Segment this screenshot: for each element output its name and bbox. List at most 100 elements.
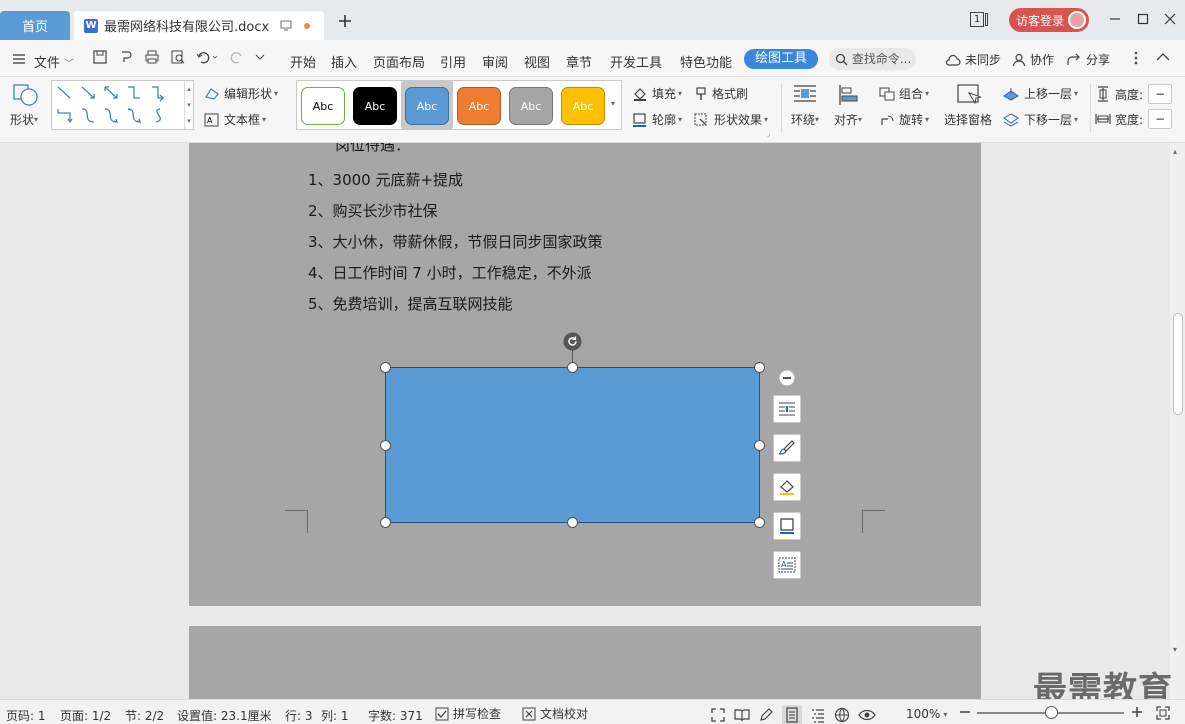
status-col[interactable]: 列: 1 bbox=[321, 707, 349, 724]
menu-item-developer[interactable]: 开发工具 bbox=[610, 52, 662, 71]
resize-handle[interactable] bbox=[567, 362, 578, 373]
collab-button[interactable]: 协作 bbox=[1012, 51, 1054, 68]
print-preview-icon[interactable] bbox=[170, 49, 186, 65]
selected-rectangle-shape[interactable] bbox=[385, 367, 760, 523]
hamburger-menu-icon[interactable] bbox=[12, 53, 26, 65]
page-2[interactable] bbox=[189, 626, 981, 706]
doc-line[interactable]: 1、3000 元底薪+提成 bbox=[308, 169, 463, 190]
doc-line[interactable]: 5、免费培训，提高互联网技能 bbox=[308, 293, 513, 314]
pen-icon[interactable] bbox=[758, 707, 774, 723]
fit-window-icon[interactable] bbox=[1155, 705, 1171, 721]
vertical-scrollbar[interactable] bbox=[1170, 143, 1185, 699]
width-decrement-button[interactable]: − bbox=[1148, 109, 1173, 129]
doc-proof-button[interactable]: 文档校对 bbox=[522, 705, 588, 722]
menu-item-chapter[interactable]: 章节 bbox=[566, 52, 592, 71]
group-button[interactable]: 组合 ▾ bbox=[879, 85, 929, 102]
menu-item-drawing-tools[interactable]: 绘图工具 bbox=[744, 49, 819, 69]
resize-handle[interactable] bbox=[380, 440, 391, 451]
shape-fill-button[interactable] bbox=[773, 473, 801, 501]
zoom-slider-thumb[interactable] bbox=[1045, 706, 1058, 719]
status-row[interactable]: 行: 3 bbox=[285, 707, 313, 724]
more-icon[interactable] bbox=[1134, 51, 1138, 65]
save-icon[interactable] bbox=[92, 49, 108, 65]
monitor-icon[interactable] bbox=[280, 19, 292, 31]
menu-item-page-layout[interactable]: 页面布局 bbox=[373, 52, 425, 71]
align-button[interactable]: 对齐 ▾ bbox=[834, 83, 862, 128]
spell-check-button[interactable]: 拼写检查 bbox=[435, 705, 501, 722]
resize-handle[interactable] bbox=[754, 440, 765, 451]
doc-line[interactable]: 3、大小休，带薪休假，节假日同步国家政策 bbox=[308, 231, 603, 252]
page-view-button[interactable] bbox=[782, 705, 802, 724]
edit-shape-button[interactable]: 编辑形状 ▾ bbox=[204, 85, 278, 102]
undo-icon[interactable] bbox=[196, 49, 218, 65]
menu-item-reference[interactable]: 引用 bbox=[440, 52, 466, 71]
status-page[interactable]: 页面: 1/2 bbox=[60, 707, 111, 724]
line-shapes-gallery[interactable]: ▴ ▾ ▾ bbox=[51, 80, 194, 130]
layout-options-button[interactable] bbox=[773, 395, 801, 423]
resize-handle[interactable] bbox=[754, 362, 765, 373]
shape-outline-button[interactable] bbox=[773, 512, 801, 540]
sync-button[interactable]: 未同步 bbox=[945, 51, 1001, 68]
status-word-count[interactable]: 字数: 371 bbox=[368, 707, 423, 724]
customize-toolbar-icon[interactable] bbox=[254, 49, 266, 65]
height-decrement-button[interactable]: − bbox=[1148, 84, 1173, 104]
web-view-icon[interactable] bbox=[834, 707, 850, 723]
menu-item-review[interactable]: 审阅 bbox=[482, 52, 508, 71]
style-swatch[interactable]: Abc bbox=[509, 87, 553, 125]
style-swatch[interactable]: Abc bbox=[457, 87, 501, 125]
login-button[interactable]: 访客登录 bbox=[1009, 8, 1089, 32]
menu-item-view[interactable]: 视图 bbox=[524, 52, 550, 71]
resize-handle[interactable] bbox=[567, 517, 578, 528]
close-icon[interactable] bbox=[1163, 12, 1177, 26]
print-icon[interactable] bbox=[144, 49, 160, 65]
send-backward-button[interactable]: 下移一层 ▾ bbox=[1002, 111, 1078, 128]
redo-icon[interactable] bbox=[228, 49, 244, 65]
eye-protection-icon[interactable] bbox=[858, 707, 876, 723]
collapse-toolbar-icon[interactable] bbox=[778, 369, 796, 387]
format-painter-button[interactable]: 格式刷 bbox=[694, 85, 748, 102]
style-swatch[interactable]: Abc bbox=[301, 87, 345, 125]
gallery-scroll-icon[interactable]: ▴ ▾ ▾ bbox=[184, 81, 193, 129]
shape-effect-button[interactable]: 形状效果 ▾ bbox=[694, 111, 768, 128]
scroll-down-icon[interactable]: ▾ bbox=[1173, 645, 1177, 654]
minimize-icon[interactable] bbox=[1108, 12, 1122, 26]
menu-item-insert[interactable]: 插入 bbox=[331, 52, 357, 71]
resize-handle[interactable] bbox=[380, 517, 391, 528]
doc-line[interactable]: 2、购买长沙市社保 bbox=[308, 200, 438, 221]
shape-style-button[interactable] bbox=[773, 434, 801, 462]
textbox-button[interactable]: A 文本框 ▾ bbox=[204, 111, 266, 128]
wrap-button[interactable]: 环绕 ▾ bbox=[791, 83, 819, 128]
zoom-in-icon[interactable] bbox=[1131, 705, 1143, 719]
tab-document[interactable]: W 最需网络科技有限公司.docx bbox=[74, 11, 324, 40]
status-section[interactable]: 节: 2/2 bbox=[125, 707, 164, 724]
style-swatch[interactable]: Abc bbox=[353, 87, 397, 125]
undo-history-icon[interactable] bbox=[118, 49, 134, 65]
share-button[interactable]: 分享 bbox=[1066, 51, 1110, 68]
resize-handle[interactable] bbox=[380, 362, 391, 373]
style-swatch[interactable]: Abc bbox=[561, 87, 605, 125]
zoom-out-icon[interactable] bbox=[959, 705, 971, 719]
shape-button[interactable]: 形状 ▾ bbox=[10, 83, 40, 128]
collapse-ribbon-icon[interactable] bbox=[1156, 52, 1170, 62]
scrollbar-thumb[interactable] bbox=[1173, 313, 1183, 415]
fullscreen-icon[interactable] bbox=[710, 707, 726, 723]
doc-line[interactable]: 4、日工作时间 7 小时，工作稳定，不外派 bbox=[308, 262, 592, 283]
scroll-up-icon[interactable]: ▴ bbox=[1173, 147, 1177, 156]
file-menu[interactable]: 文件 ﹀ bbox=[34, 52, 74, 71]
outline-view-icon[interactable] bbox=[810, 707, 826, 723]
rotate-button[interactable]: 旋转 ▾ bbox=[879, 111, 929, 128]
page-indicator[interactable]: 1 bbox=[970, 12, 989, 27]
zoom-level[interactable]: 100% ▾ bbox=[906, 707, 947, 721]
outline-button[interactable]: 轮廓 ▾ bbox=[632, 111, 682, 128]
tab-home[interactable]: 首页 bbox=[0, 11, 70, 40]
status-setting[interactable]: 设置值: 23.1厘米 bbox=[177, 707, 272, 724]
maximize-icon[interactable] bbox=[1136, 12, 1150, 26]
add-text-button[interactable]: A bbox=[773, 551, 801, 579]
style-gallery-more-icon[interactable]: ▾ bbox=[611, 99, 615, 108]
menu-item-start[interactable]: 开始 bbox=[290, 52, 316, 71]
menu-item-features[interactable]: 特色功能 bbox=[680, 52, 732, 71]
rotate-handle-icon[interactable] bbox=[563, 332, 582, 351]
resize-handle[interactable] bbox=[754, 517, 765, 528]
command-search[interactable]: 查找命令... bbox=[829, 48, 916, 70]
dialog-launcher-icon[interactable]: ⌟ bbox=[767, 130, 770, 138]
